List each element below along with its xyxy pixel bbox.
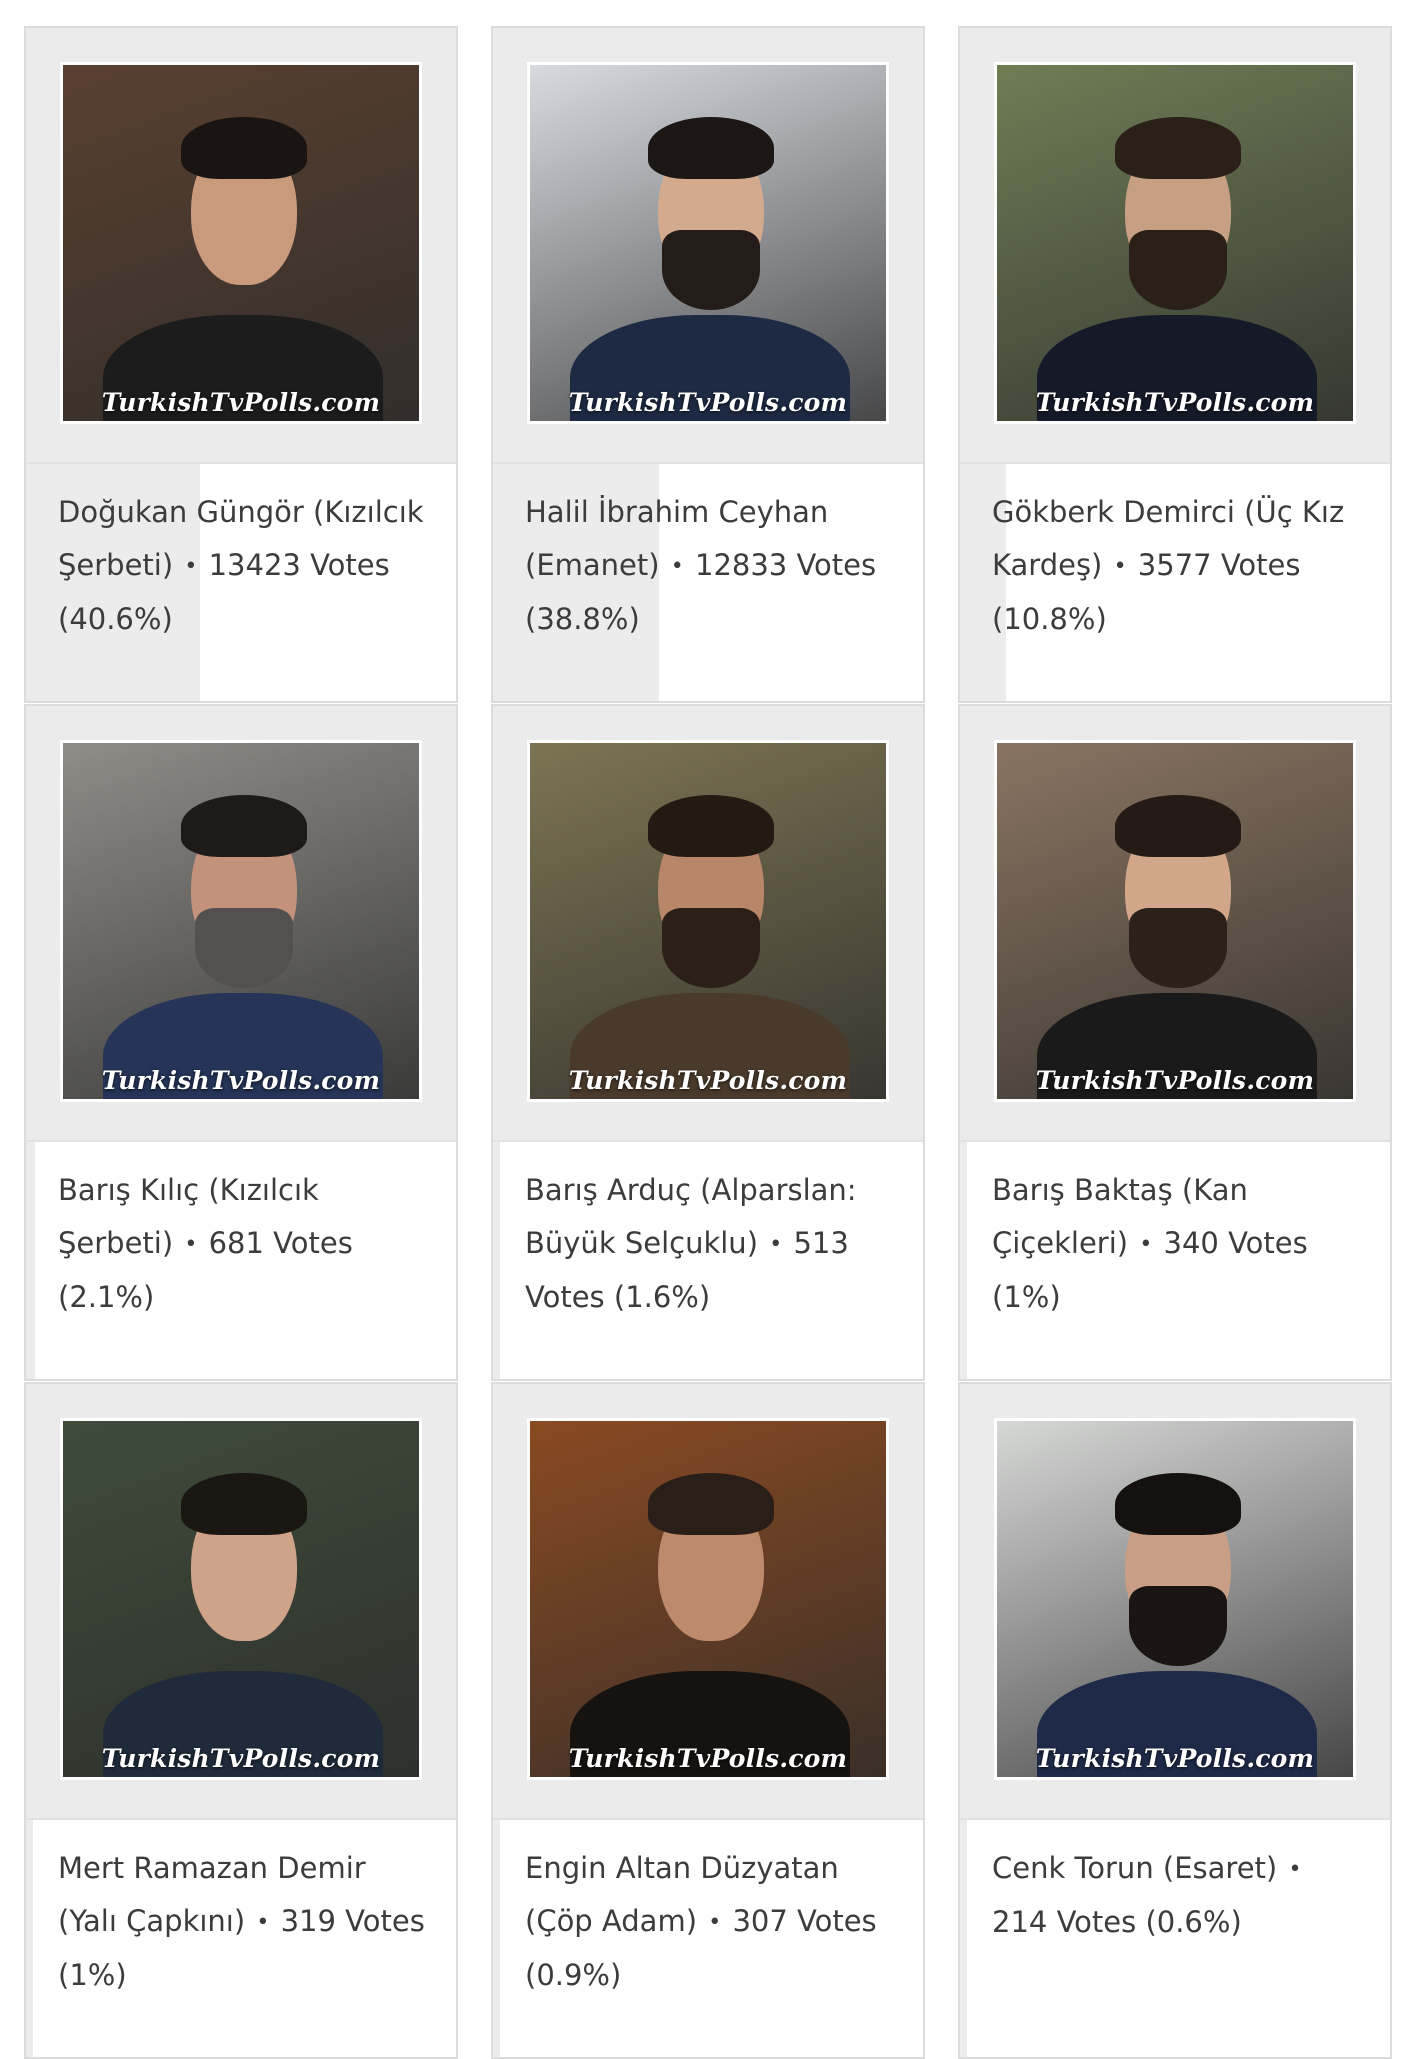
bullet-separator: • (184, 1232, 198, 1257)
actor-photo[interactable]: TurkishTvPolls.com (60, 1418, 422, 1780)
actor-photo[interactable]: TurkishTvPolls.com (527, 62, 889, 424)
watermark-text: TurkishTvPolls.com (568, 1744, 848, 1773)
result-card[interactable]: TurkishTvPolls.com Doğukan Güngör (Kızıl… (24, 26, 458, 703)
vote-share-bar (493, 1820, 500, 2057)
watermark-text: TurkishTvPolls.com (1035, 1066, 1315, 1095)
vote-count: 681 Votes (208, 1226, 353, 1260)
result-info: Halil İbrahim Ceyhan (Emanet) • 12833 Vo… (493, 462, 923, 701)
vote-count: 12833 Votes (695, 548, 877, 582)
result-card[interactable]: TurkishTvPolls.com Barış Kılıç (Kızılcık… (24, 704, 458, 1381)
vote-count: 307 Votes (732, 1904, 877, 1938)
bullet-separator: • (769, 1232, 783, 1257)
vote-percent: (0.9%) (525, 1958, 622, 1992)
result-card[interactable]: TurkishTvPolls.com Barış Arduç (Alparsla… (491, 704, 925, 1381)
watermark-text: TurkishTvPolls.com (1035, 388, 1315, 417)
watermark-text: TurkishTvPolls.com (568, 1066, 848, 1095)
bullet-separator: • (256, 1910, 270, 1935)
actor-photo[interactable]: TurkishTvPolls.com (60, 62, 422, 424)
bullet-separator: • (708, 1910, 722, 1935)
photo-area: TurkishTvPolls.com (26, 28, 456, 462)
vote-share-bar (960, 1142, 967, 1379)
photo-area: TurkishTvPolls.com (493, 706, 923, 1140)
actor-name: Cenk Torun (Esaret) (992, 1851, 1278, 1885)
result-text: Barış Arduç (Alparslan: Büyük Selçuklu) … (525, 1164, 895, 1324)
vote-percent: (10.8%) (992, 602, 1107, 636)
watermark-text: TurkishTvPolls.com (1035, 1744, 1315, 1773)
result-card[interactable]: TurkishTvPolls.com Engin Altan Düzyatan … (491, 1382, 925, 2059)
result-card[interactable]: TurkishTvPolls.com Halil İbrahim Ceyhan … (491, 26, 925, 703)
bullet-separator: • (184, 554, 198, 579)
bullet-separator: • (670, 554, 684, 579)
vote-share-bar (960, 1820, 967, 2057)
bullet-separator: • (1288, 1857, 1302, 1882)
result-info: Mert Ramazan Demir (Yalı Çapkını) • 319 … (26, 1818, 456, 2057)
vote-count: 340 Votes (1163, 1226, 1308, 1260)
result-card[interactable]: TurkishTvPolls.com Barış Baktaş (Kan Çiç… (958, 704, 1392, 1381)
result-text: Engin Altan Düzyatan (Çöp Adam) • 307 Vo… (525, 1842, 895, 2002)
vote-percent: (1%) (992, 1280, 1061, 1314)
result-text: Doğukan Güngör (Kızılcık Şerbeti) • 1342… (58, 486, 428, 646)
result-info: Doğukan Güngör (Kızılcık Şerbeti) • 1342… (26, 462, 456, 701)
photo-area: TurkishTvPolls.com (493, 1384, 923, 1818)
result-card[interactable]: TurkishTvPolls.com Cenk Torun (Esaret) •… (958, 1382, 1392, 2059)
result-info: Barış Kılıç (Kızılcık Şerbeti) • 681 Vot… (26, 1140, 456, 1379)
photo-area: TurkishTvPolls.com (960, 706, 1390, 1140)
actor-photo[interactable]: TurkishTvPolls.com (994, 62, 1356, 424)
result-info: Barış Baktaş (Kan Çiçekleri) • 340 Votes… (960, 1140, 1390, 1379)
result-text: Halil İbrahim Ceyhan (Emanet) • 12833 Vo… (525, 486, 895, 646)
photo-area: TurkishTvPolls.com (26, 1384, 456, 1818)
result-text: Cenk Torun (Esaret) • 214 Votes (0.6%) (992, 1842, 1362, 1949)
vote-share-bar (26, 1142, 35, 1379)
result-text: Mert Ramazan Demir (Yalı Çapkını) • 319 … (58, 1842, 428, 2002)
vote-percent: (1.6%) (613, 1280, 711, 1314)
vote-count: 13423 Votes (208, 548, 390, 582)
vote-share-bar (26, 1820, 33, 2057)
photo-area: TurkishTvPolls.com (960, 1384, 1390, 1818)
vote-count: 214 Votes (992, 1905, 1137, 1939)
bullet-separator: • (1139, 1232, 1153, 1257)
result-info: Engin Altan Düzyatan (Çöp Adam) • 307 Vo… (493, 1818, 923, 2057)
actor-photo[interactable]: TurkishTvPolls.com (527, 1418, 889, 1780)
result-card[interactable]: TurkishTvPolls.com Mert Ramazan Demir (Y… (24, 1382, 458, 2059)
result-info: Barış Arduç (Alparslan: Büyük Selçuklu) … (493, 1140, 923, 1379)
result-text: Barış Baktaş (Kan Çiçekleri) • 340 Votes… (992, 1164, 1362, 1324)
vote-percent: (1%) (58, 1958, 127, 1992)
result-info: Gökberk Demirci (Üç Kız Kardeş) • 3577 V… (960, 462, 1390, 701)
photo-area: TurkishTvPolls.com (26, 706, 456, 1140)
actor-photo[interactable]: TurkishTvPolls.com (994, 740, 1356, 1102)
photo-area: TurkishTvPolls.com (493, 28, 923, 462)
vote-share-bar (493, 1142, 500, 1379)
actor-photo[interactable]: TurkishTvPolls.com (60, 740, 422, 1102)
vote-percent: (38.8%) (525, 602, 640, 636)
vote-percent: (0.6%) (1145, 1905, 1242, 1939)
actor-photo[interactable]: TurkishTvPolls.com (994, 1418, 1356, 1780)
watermark-text: TurkishTvPolls.com (568, 388, 848, 417)
result-text: Barış Kılıç (Kızılcık Şerbeti) • 681 Vot… (58, 1164, 428, 1324)
photo-area: TurkishTvPolls.com (960, 28, 1390, 462)
result-card[interactable]: TurkishTvPolls.com Gökberk Demirci (Üç K… (958, 26, 1392, 703)
actor-photo[interactable]: TurkishTvPolls.com (527, 740, 889, 1102)
vote-count: 3577 Votes (1137, 548, 1301, 582)
watermark-text: TurkishTvPolls.com (101, 1066, 381, 1095)
vote-percent: (2.1%) (58, 1280, 155, 1314)
result-text: Gökberk Demirci (Üç Kız Kardeş) • 3577 V… (992, 486, 1362, 646)
poll-results-grid: TurkishTvPolls.com Doğukan Güngör (Kızıl… (0, 0, 1421, 2059)
result-info: Cenk Torun (Esaret) • 214 Votes (0.6%) (960, 1818, 1390, 2057)
bullet-separator: • (1113, 554, 1127, 579)
vote-percent: (40.6%) (58, 602, 173, 636)
vote-count: 319 Votes (280, 1904, 425, 1938)
watermark-text: TurkishTvPolls.com (101, 1744, 381, 1773)
watermark-text: TurkishTvPolls.com (101, 388, 381, 417)
